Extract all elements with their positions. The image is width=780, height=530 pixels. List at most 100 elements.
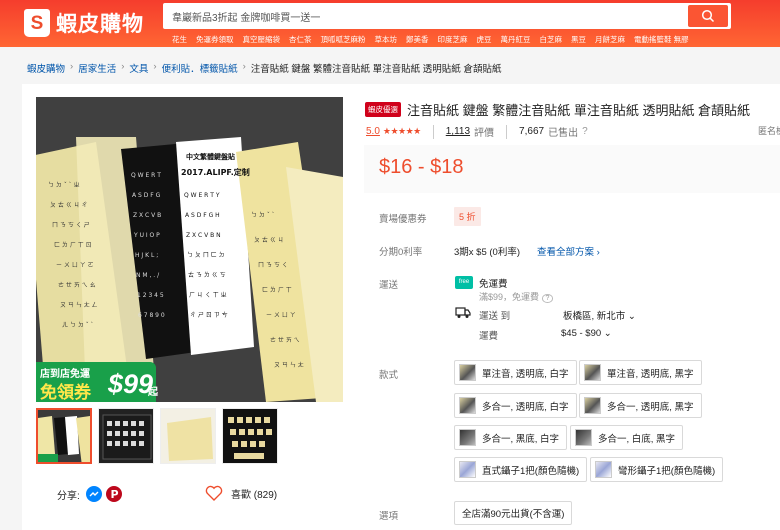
variation-option[interactable]: 單注音, 透明底, 白字	[454, 360, 577, 385]
svg-text:Q W E R T Y: Q W E R T Y	[184, 192, 220, 199]
promo-suffix: 起	[148, 387, 158, 398]
thumbnail-strip	[36, 408, 278, 464]
share-section: 分享: P	[57, 486, 122, 502]
logo-text: 蝦皮購物	[56, 13, 144, 36]
breadcrumb-item[interactable]: 居家生活	[78, 61, 116, 75]
variation-text: 單注音, 透明底, 白字	[482, 368, 569, 380]
main-product-image[interactable]: ㄅ ㄉ ˇ ˋ ㄓㄆ ㄊ ㄍ ㄐ ㄔㄇ ㄋ ㄎ ㄑ ㄕㄈ ㄌ ㄏ ㄒ ㄖㄧ ㄨ …	[36, 97, 343, 402]
svg-text:ㄅ ㄆ ㄇ ㄈ ㄉ: ㄅ ㄆ ㄇ ㄈ ㄉ	[187, 251, 225, 259]
search-hint-link[interactable]: 花生	[172, 34, 187, 45]
rating-stars-icon: ★★★★★	[382, 126, 421, 136]
installment-link[interactable]: 查看全部方案 ›	[537, 244, 600, 258]
installment-link-text: 查看全部方案	[537, 247, 595, 258]
search-bar: 韋巖新品3折起 金牌咖啡買一送一	[163, 3, 731, 29]
ship-fee-label: 運費	[479, 331, 499, 342]
svg-text:N M , . /: N M , . /	[136, 272, 160, 279]
thumbnail-1[interactable]	[36, 408, 92, 464]
svg-text:ㄆ ㄊ ㄍ ㄐ ㄔ: ㄆ ㄊ ㄍ ㄐ ㄔ	[50, 201, 88, 209]
shopee-bag-icon: S	[24, 9, 50, 37]
ship-fee[interactable]: $45 - $90 ⌄	[561, 328, 612, 339]
variation-option[interactable]: 彎形鑷子1把(顏色隨機)	[590, 457, 724, 482]
variation-option[interactable]: 多合一, 白底, 黑字	[570, 425, 684, 450]
svg-text:ㄜ ㄝ ㄞ ㄟ ㄠ: ㄜ ㄝ ㄞ ㄟ ㄠ	[58, 282, 96, 289]
thumbnail-3[interactable]	[160, 408, 216, 464]
preferred-badge: 蝦皮優選	[365, 102, 401, 117]
search-hint-link[interactable]: 印度芝麻	[438, 34, 468, 45]
variation-text: 單注音, 透明底, 黑字	[607, 368, 694, 380]
voucher-label: 賣場優惠券	[379, 214, 427, 225]
free-shipping-icon: free	[455, 276, 473, 289]
search-hint-link[interactable]: 頂呱呱芝麻粉	[321, 34, 366, 45]
svg-text:ㄇ ㄋ ㄎ ㄑ: ㄇ ㄋ ㄎ ㄑ	[258, 262, 288, 269]
voucher-chip[interactable]: 5 折	[454, 207, 481, 226]
search-hint-link[interactable]: 電動搖籃鞋 無膠	[634, 34, 689, 45]
keyboard-stickers-image: ㄅ ㄉ ˇ ˋ ㄓㄆ ㄊ ㄍ ㄐ ㄔㄇ ㄋ ㄎ ㄑ ㄕㄈ ㄌ ㄏ ㄒ ㄖㄧ ㄨ …	[36, 97, 343, 402]
installment-label: 分期0利率	[379, 247, 423, 258]
breadcrumb-item[interactable]: 蝦皮購物	[27, 61, 65, 75]
ship-fee-value: $45 - $90	[561, 328, 602, 339]
pinterest-icon[interactable]: P	[105, 486, 122, 502]
shopee-logo[interactable]: S 蝦皮購物	[24, 8, 144, 38]
thumbnail-4[interactable]	[222, 408, 278, 464]
ship-to-value: 板橋區, 新北市	[563, 311, 626, 322]
reviews-count[interactable]: 1,113	[446, 126, 470, 137]
variation-text: 多合一, 透明底, 黑字	[607, 401, 694, 413]
like-section[interactable]: 喜歡 (829)	[205, 485, 277, 501]
search-hint-link[interactable]: 草本坊	[375, 34, 398, 45]
svg-text:ㄅ ㄉ ˇ ˋ: ㄅ ㄉ ˇ ˋ	[251, 211, 275, 219]
search-hint-link[interactable]: 免運券領取	[196, 34, 234, 45]
search-hint-link[interactable]: 真空壓縮袋	[243, 34, 281, 45]
free-shipping-text: 免運費	[479, 279, 508, 290]
svg-text:ㄡ ㄢ ㄣ ㄤ: ㄡ ㄢ ㄣ ㄤ	[274, 362, 304, 369]
thumbnail-2[interactable]	[98, 408, 154, 464]
variation-option[interactable]: 單注音, 透明底, 黑字	[579, 360, 702, 385]
search-hint-link[interactable]: 白芝麻	[540, 34, 563, 45]
chevron-down-icon: ⌄	[603, 328, 612, 339]
variation-thumb	[595, 461, 612, 478]
variation-thumb	[584, 364, 601, 381]
search-hint-link[interactable]: 杏仁茶	[289, 34, 312, 45]
truck-icon	[455, 307, 471, 318]
svg-text:Q W E R T: Q W E R T	[131, 172, 161, 179]
variation-text: 直式鑷子1把(顏色隨機)	[482, 465, 580, 477]
variation-thumb	[459, 429, 476, 446]
search-hint-link[interactable]: 月餅芝麻	[595, 34, 625, 45]
breadcrumb-item[interactable]: 便利貼．標籤貼紙	[162, 61, 238, 75]
report-link[interactable]: 匿名檢舉	[758, 124, 780, 137]
svg-text:1 2 3 4 5: 1 2 3 4 5	[137, 292, 164, 299]
svg-text:ㄇ ㄋ ㄎ ㄑ ㄕ: ㄇ ㄋ ㄎ ㄑ ㄕ	[52, 222, 90, 229]
free-shipping-condition: 滿$99，免運費 ?	[479, 290, 554, 303]
breadcrumb-item[interactable]: 文具	[129, 61, 148, 75]
svg-text:P: P	[110, 488, 118, 501]
svg-text:ㄊ ㄋ ㄌ ㄍ ㄎ: ㄊ ㄋ ㄌ ㄍ ㄎ	[188, 271, 226, 279]
variation-text: 多合一, 白底, 黑字	[598, 433, 676, 445]
svg-text:6 7 8 9 0: 6 7 8 9 0	[138, 312, 165, 319]
svg-text:Y U I O P: Y U I O P	[133, 232, 160, 239]
heart-icon	[205, 485, 223, 501]
help-icon[interactable]: ?	[582, 126, 588, 137]
messenger-icon[interactable]	[85, 486, 102, 502]
svg-text:ㄈ ㄌ ㄏ ㄒ: ㄈ ㄌ ㄏ ㄒ	[262, 286, 292, 294]
variation-option[interactable]: 多合一, 透明底, 白字	[454, 393, 577, 418]
search-button[interactable]	[688, 5, 728, 27]
search-hint-link[interactable]: 萬丹紅豆	[501, 34, 531, 45]
svg-text:ㄜ ㄝ ㄞ ㄟ: ㄜ ㄝ ㄞ ㄟ	[270, 337, 300, 344]
search-hint-link[interactable]: 虎豆	[477, 34, 492, 45]
product-title: 注音貼紙 鍵盤 繁體注音貼紙 單注音貼紙 透明貼紙 倉頡貼紙	[407, 103, 751, 118]
search-hint-link[interactable]: 鄭美香	[406, 34, 429, 45]
ship-to-location[interactable]: 板橋區, 新北市 ⌄	[563, 308, 636, 322]
variation-thumb	[459, 364, 476, 381]
variation-option[interactable]: 多合一, 透明底, 黑字	[579, 393, 702, 418]
variation-option[interactable]: 直式鑷子1把(顏色隨機)	[454, 457, 588, 482]
image-caption: 2017.ALIPF.定制	[181, 167, 250, 177]
search-hint-link[interactable]: 黑豆	[571, 34, 586, 45]
variation-option[interactable]: 多合一, 黑底, 白字	[454, 425, 568, 450]
svg-text:ㄦ ㄅ ㄉ ˇ ˋ: ㄦ ㄅ ㄉ ˇ ˋ	[62, 321, 94, 329]
svg-text:Z X C V B N: Z X C V B N	[186, 232, 221, 239]
help-icon[interactable]: ?	[541, 294, 554, 303]
rating-value[interactable]: 5.0	[366, 126, 380, 137]
search-input[interactable]: 韋巖新品3折起 金牌咖啡買一送一	[172, 9, 320, 24]
svg-text:Z X C V B: Z X C V B	[133, 212, 161, 219]
product-stats: 5.0 ★★★★★ 1,113 評價 7,667 已售出 ?	[366, 124, 588, 139]
option-button[interactable]: 全店滿90元出貨(不含運)	[454, 501, 573, 525]
